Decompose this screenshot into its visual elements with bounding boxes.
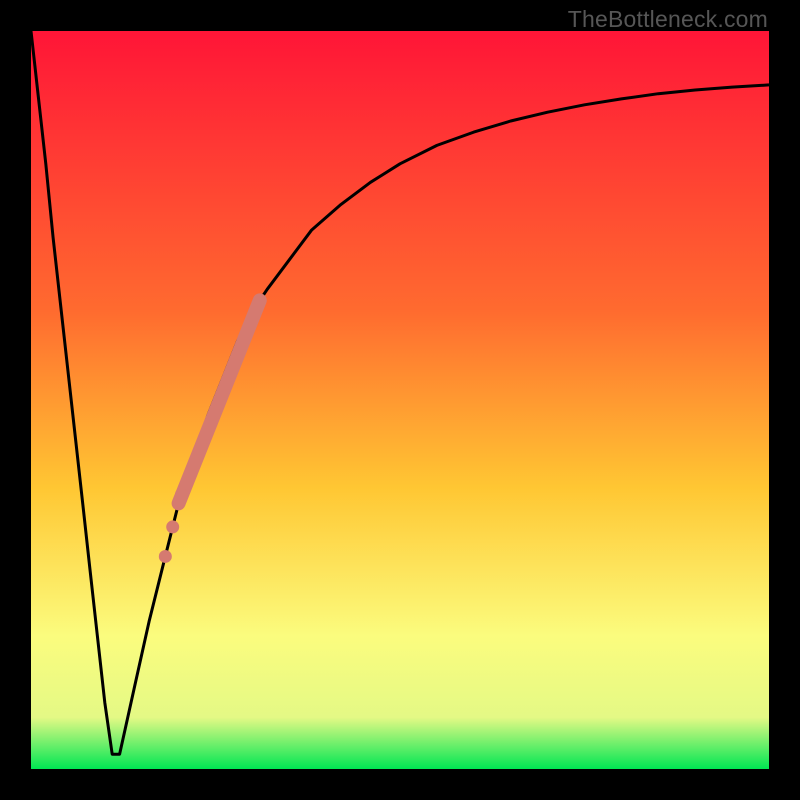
marker-dot (159, 550, 172, 563)
marker-dot (175, 488, 188, 501)
watermark-text: TheBottleneck.com (568, 6, 768, 33)
chart-svg (31, 31, 769, 769)
plot-area (31, 31, 769, 769)
marker-dot (166, 520, 179, 533)
chart-frame: TheBottleneck.com (0, 0, 800, 800)
